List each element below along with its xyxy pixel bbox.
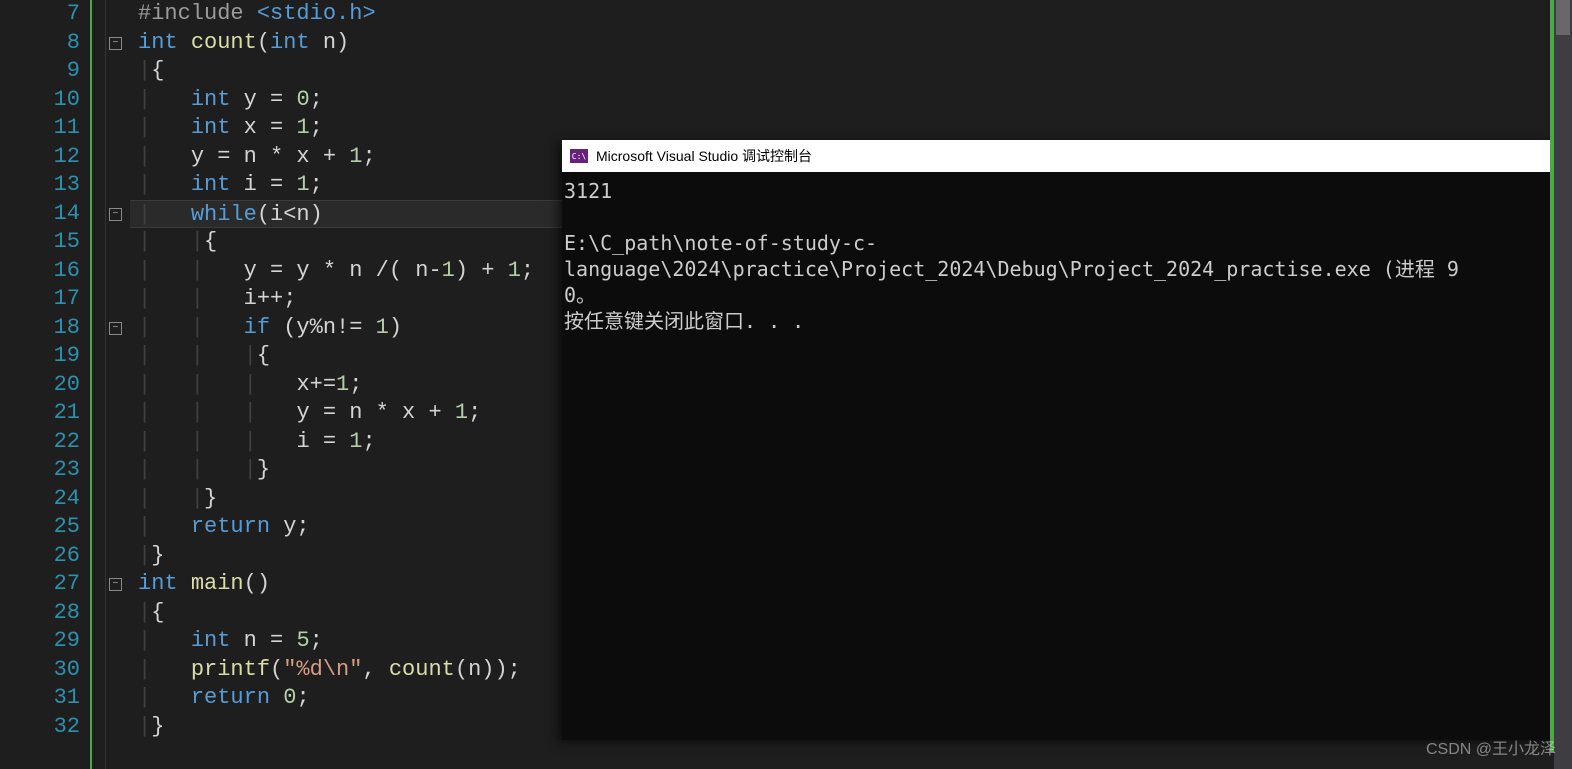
line-number: 29 — [0, 627, 80, 656]
line-number: 10 — [0, 86, 80, 115]
code-line[interactable]: #include <stdio.h> — [130, 0, 1340, 29]
line-number: 20 — [0, 371, 80, 400]
code-line[interactable]: | int x = 1; — [130, 114, 1340, 143]
line-number: 11 — [0, 114, 80, 143]
fold-toggle[interactable]: − — [109, 322, 122, 335]
line-number: 27 — [0, 570, 80, 599]
line-number: 18 — [0, 314, 80, 343]
editor-gutter: 7891011121314151617181920212223242526272… — [0, 0, 106, 769]
line-number: 8 — [0, 29, 80, 58]
vertical-scrollbar[interactable] — [1554, 0, 1572, 769]
fold-column: − − − − — [106, 0, 130, 769]
line-number: 22 — [0, 428, 80, 457]
line-number: 7 — [0, 0, 80, 29]
line-number: 31 — [0, 684, 80, 713]
line-number: 19 — [0, 342, 80, 371]
fold-toggle[interactable]: − — [109, 578, 122, 591]
code-line[interactable]: | int y = 0; — [130, 86, 1340, 115]
console-output: 3121 E:\C_path\note-of-study-c-language\… — [562, 172, 1572, 340]
line-number: 26 — [0, 542, 80, 571]
line-number: 24 — [0, 485, 80, 514]
line-number: 14 — [0, 200, 80, 229]
line-number: 17 — [0, 285, 80, 314]
line-number: 12 — [0, 143, 80, 172]
line-number: 30 — [0, 656, 80, 685]
code-line[interactable]: |{ — [130, 57, 1340, 86]
debug-console-window: C:\ Microsoft Visual Studio 调试控制台 3121 E… — [562, 140, 1572, 740]
console-title: Microsoft Visual Studio 调试控制台 — [596, 146, 812, 166]
watermark-text: CSDN @王小龙泽 — [1426, 735, 1556, 759]
line-number: 23 — [0, 456, 80, 485]
fold-toggle[interactable]: − — [109, 37, 122, 50]
line-numbers: 7891011121314151617181920212223242526272… — [0, 0, 90, 769]
line-number: 15 — [0, 228, 80, 257]
console-titlebar[interactable]: C:\ Microsoft Visual Studio 调试控制台 — [562, 140, 1572, 172]
change-margin — [90, 0, 92, 769]
line-number: 28 — [0, 599, 80, 628]
line-number: 25 — [0, 513, 80, 542]
console-icon: C:\ — [570, 149, 588, 163]
fold-toggle[interactable]: − — [109, 208, 122, 221]
line-number: 13 — [0, 171, 80, 200]
line-number: 16 — [0, 257, 80, 286]
scrollbar-thumb[interactable] — [1556, 0, 1570, 35]
code-line[interactable]: int count(int n) — [130, 29, 1340, 58]
line-number: 9 — [0, 57, 80, 86]
line-number: 21 — [0, 399, 80, 428]
line-number: 32 — [0, 713, 80, 742]
